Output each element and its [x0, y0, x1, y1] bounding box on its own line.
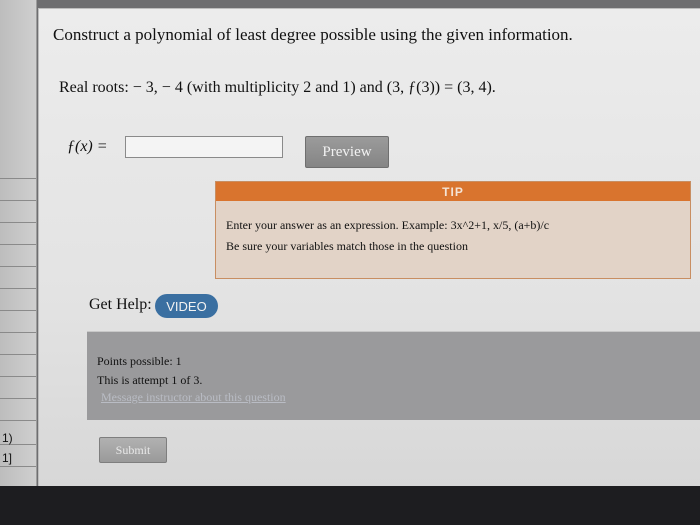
tip-line-expression: Enter your answer as an expression. Exam… — [226, 218, 550, 232]
left-sidebar: 1) 1] — [0, 0, 37, 486]
message-instructor-link[interactable]: Message instructor about this question — [101, 390, 286, 405]
preview-button[interactable]: Preview — [305, 136, 389, 168]
sidebar-mark[interactable]: 1) — [2, 431, 13, 445]
sidebar-divider — [0, 354, 36, 355]
monitor-bezel — [0, 486, 700, 525]
tip-line-variables: Be sure your variables match those in th… — [226, 239, 468, 253]
get-help-label: Get Help: — [89, 296, 152, 313]
attempt-count: This is attempt 1 of 3. — [97, 373, 203, 387]
sidebar-divider — [0, 222, 36, 223]
sidebar-divider — [0, 200, 36, 201]
question-title: Construct a polynomial of least degree p… — [53, 25, 573, 44]
sidebar-divider — [0, 420, 36, 421]
answer-input[interactable] — [125, 136, 283, 158]
sidebar-mark[interactable]: 1] — [2, 451, 12, 465]
video-button[interactable]: VIDEO — [155, 294, 218, 318]
sidebar-divider — [0, 376, 36, 377]
answer-label: ƒ(x) = — [67, 138, 108, 155]
points-section: Points possible: 1 This is attempt 1 of … — [87, 331, 700, 420]
question-roots: Real roots: − 3, − 4 (with multiplicity … — [59, 79, 496, 96]
question-panel: Construct a polynomial of least degree p… — [38, 8, 700, 487]
sidebar-divider — [0, 288, 36, 289]
sidebar-divider — [0, 178, 36, 179]
sidebar-divider — [0, 310, 36, 311]
sidebar-divider — [0, 332, 36, 333]
tip-box: TIP Enter your answer as an expression. … — [215, 181, 691, 279]
points-possible: Points possible: 1 — [97, 354, 182, 368]
sidebar-divider — [0, 466, 36, 467]
sidebar-divider — [0, 244, 36, 245]
sidebar-divider — [0, 266, 36, 267]
submit-button[interactable]: Submit — [99, 437, 167, 463]
sidebar-divider — [0, 398, 36, 399]
tip-header: TIP — [216, 182, 690, 201]
